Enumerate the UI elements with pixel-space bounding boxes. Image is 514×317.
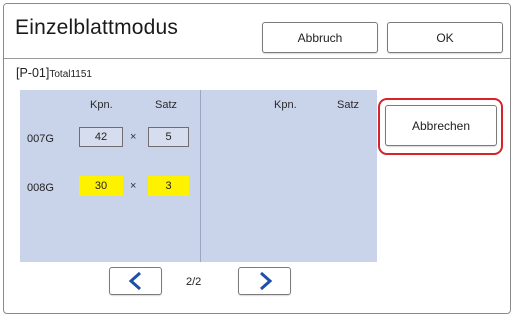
left-sets-header: Satz — [155, 99, 178, 111]
row-label-008g: 008G — [27, 182, 54, 194]
row-label-007g: 007G — [27, 133, 54, 145]
sets-field-008g[interactable]: 3 — [148, 176, 189, 196]
multiply-sign: × — [130, 180, 137, 192]
chevron-right-icon — [259, 271, 272, 291]
previous-page-button[interactable] — [109, 267, 162, 295]
job-info: [P-01]Total1151 — [16, 66, 92, 80]
sets-field-007g[interactable]: 5 — [148, 127, 189, 147]
abort-button[interactable]: Abbruch — [262, 22, 378, 53]
dialog-title: Einzelblattmodus — [15, 16, 179, 39]
copies-field-007g[interactable]: 42 — [79, 127, 123, 147]
next-page-button[interactable] — [238, 267, 291, 295]
left-copies-header: Kpn. — [90, 99, 113, 111]
cancel-button[interactable]: Abbrechen — [385, 105, 497, 146]
page-indicator: 2/2 — [186, 276, 202, 288]
right-copies-header: Kpn. — [274, 99, 297, 111]
multiply-sign: × — [130, 131, 137, 143]
right-sets-header: Satz — [337, 99, 360, 111]
program-id: [P-01] — [16, 66, 50, 80]
copies-field-008g[interactable]: 30 — [79, 176, 123, 196]
ok-button[interactable]: OK — [387, 22, 503, 53]
total-count: Total1151 — [49, 69, 92, 80]
chevron-left-icon — [128, 271, 141, 291]
title-bar: Einzelblattmodus Abbruch OK — [4, 4, 510, 59]
copies-sets-panel: Kpn. Satz Kpn. Satz 007G 42 × 5 008G 30 … — [20, 90, 377, 262]
column-divider — [200, 90, 201, 262]
